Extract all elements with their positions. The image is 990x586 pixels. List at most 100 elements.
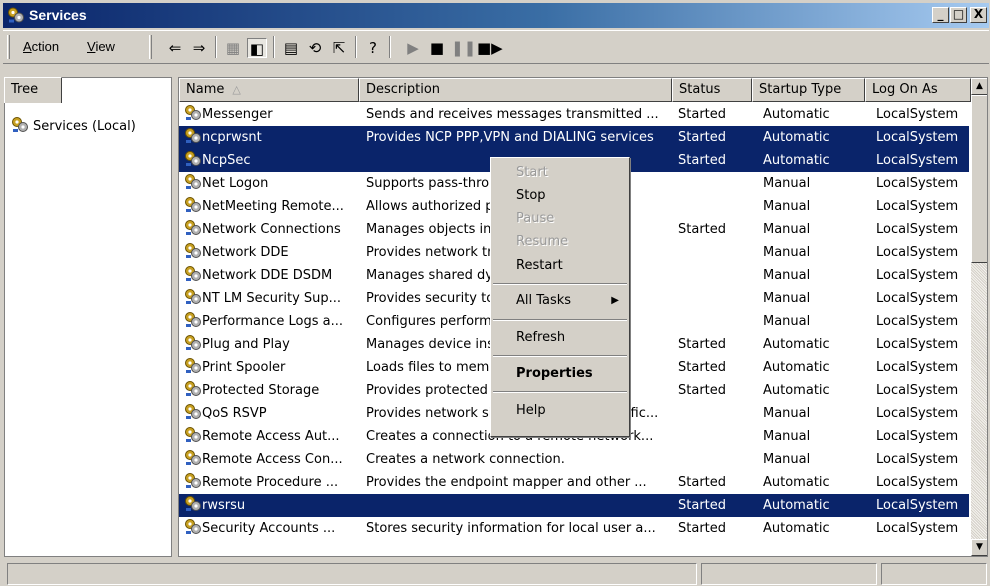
minimize-button[interactable]: _ [932, 7, 949, 23]
table-row[interactable]: Remote Access Con... Creates a network co… [179, 448, 969, 471]
properties-icon[interactable]: ▤ [281, 38, 301, 58]
service-status: Started [678, 521, 727, 536]
maximize-button[interactable]: □ [950, 7, 967, 23]
service-name: NetMeeting Remote... [184, 195, 362, 218]
service-gears-icon [185, 496, 201, 512]
service-gears-icon [185, 404, 201, 420]
toolbar-grip[interactable] [149, 35, 152, 59]
pause-service-icon[interactable]: ❚❚ [451, 38, 476, 58]
service-name-text: Print Spooler [202, 360, 286, 375]
column-header-description[interactable]: Description [359, 78, 672, 102]
service-status: Started [678, 383, 727, 398]
service-status: Started [678, 360, 727, 375]
tree-pane[interactable] [4, 77, 172, 557]
service-name-text: Remote Access Aut... [202, 429, 340, 444]
all-tasks-label: All Tasks [516, 293, 572, 308]
service-log-on-as: LocalSystem [876, 176, 959, 191]
vertical-scrollbar[interactable]: ▲ ▼ [971, 78, 987, 556]
menu-item-help[interactable]: Help [491, 400, 629, 422]
services-gears-icon [8, 7, 24, 23]
service-startup-type: Automatic [763, 130, 830, 145]
close-button[interactable]: X [970, 7, 987, 23]
table-row[interactable]: rwsrsu Started Automatic LocalSystem [179, 494, 969, 517]
service-gears-icon [185, 128, 201, 144]
service-startup-type: Automatic [763, 498, 830, 513]
service-log-on-as: LocalSystem [876, 475, 959, 490]
column-header-status[interactable]: Status [672, 78, 752, 102]
service-name: NT LM Security Sup... [184, 287, 362, 310]
service-status: Started [678, 130, 727, 145]
menu-item-start[interactable]: Start [491, 162, 629, 184]
restart-service-icon[interactable]: ■▶ [477, 38, 503, 58]
service-status: Started [678, 153, 727, 168]
status-bar [3, 563, 989, 585]
service-startup-type: Manual [763, 291, 811, 306]
service-name: Network DDE [184, 241, 362, 264]
service-log-on-as: LocalSystem [876, 245, 959, 260]
column-header-startup-type[interactable]: Startup Type [752, 78, 865, 102]
back-arrow-icon[interactable]: ⇐ [165, 38, 185, 58]
table-row[interactable]: Messenger Sends and receives messages tra… [179, 103, 969, 126]
table-row[interactable]: Remote Procedure ... Provides the endpoin… [179, 471, 969, 494]
tree-node-services-local[interactable]: Services (Local) [11, 116, 136, 134]
service-name: Print Spooler [184, 356, 362, 379]
status-panel-main [7, 563, 697, 585]
service-log-on-as: LocalSystem [876, 199, 959, 214]
service-name: QoS RSVP [184, 402, 362, 425]
menu-item-properties[interactable]: Properties [491, 363, 629, 385]
service-log-on-as: LocalSystem [876, 521, 959, 536]
service-description: Provides NCP PPP,VPN and DIALING service… [366, 130, 654, 145]
service-gears-icon [185, 289, 201, 305]
service-status: Started [678, 107, 727, 122]
service-startup-type: Manual [763, 314, 811, 329]
service-gears-icon [185, 220, 201, 236]
window-title: Services [29, 7, 87, 23]
service-name: Network DDE DSDM [184, 264, 362, 287]
menu-action[interactable]: Action [23, 39, 59, 54]
column-name-label: Name [186, 82, 225, 97]
scrollbar-thumb[interactable] [971, 95, 987, 263]
menu-item-stop[interactable]: Stop [491, 185, 629, 207]
service-log-on-as: LocalSystem [876, 153, 959, 168]
service-description: Creates a network connection. [366, 452, 565, 467]
stop-service-icon[interactable]: ■ [427, 38, 447, 58]
menu-view[interactable]: View [87, 39, 115, 54]
service-gears-icon [185, 151, 201, 167]
service-log-on-as: LocalSystem [876, 222, 959, 237]
service-gears-icon [185, 473, 201, 489]
menu-item-resume[interactable]: Resume [491, 231, 629, 253]
export-list-icon[interactable]: ⇱ [329, 38, 349, 58]
service-name: ncprwsnt [184, 126, 362, 149]
table-row[interactable]: ncprwsnt Provides NCP PPP,VPN and DIALING… [179, 126, 969, 149]
table-row[interactable]: Security Accounts ... Stores security inf… [179, 517, 969, 540]
help-icon[interactable]: ? [363, 38, 383, 58]
show-hide-tree-icon[interactable]: ◧ [247, 38, 267, 58]
service-gears-icon [185, 381, 201, 397]
toolbar: Action View ⇐ ⇒ ▦ ◧ ▤ ⟲ ⇱ ? ▶ ■ ❚❚ ■▶ [3, 30, 989, 64]
service-startup-type: Manual [763, 176, 811, 191]
service-name-text: NcpSec [202, 153, 251, 168]
service-log-on-as: LocalSystem [876, 406, 959, 421]
menu-separator [493, 319, 627, 321]
menu-separator [493, 283, 627, 285]
tab-tree[interactable]: Tree [4, 77, 62, 103]
menu-item-restart[interactable]: Restart [491, 255, 629, 277]
menu-item-all-tasks[interactable]: All Tasks ▶ [491, 290, 629, 312]
forward-arrow-icon[interactable]: ⇒ [189, 38, 209, 58]
menu-item-refresh[interactable]: Refresh [491, 327, 629, 349]
menu-grip[interactable] [7, 35, 10, 59]
service-name: Net Logon [184, 172, 362, 195]
refresh-icon[interactable]: ⟲ [305, 38, 325, 58]
up-folder-icon[interactable]: ▦ [223, 38, 243, 58]
menu-item-pause[interactable]: Pause [491, 208, 629, 230]
title-bar[interactable]: Services _ □ X [3, 3, 989, 28]
service-startup-type: Automatic [763, 360, 830, 375]
scroll-down-button[interactable]: ▼ [971, 539, 987, 556]
column-header-log-on-as[interactable]: Log On As [865, 78, 971, 102]
column-header-name[interactable]: Name △ [179, 78, 359, 102]
service-name-text: Security Accounts ... [202, 521, 336, 536]
start-service-icon[interactable]: ▶ [403, 38, 423, 58]
service-name: Remote Access Con... [184, 448, 362, 471]
scroll-up-button[interactable]: ▲ [971, 78, 987, 95]
service-name-text: Network DDE [202, 245, 289, 260]
